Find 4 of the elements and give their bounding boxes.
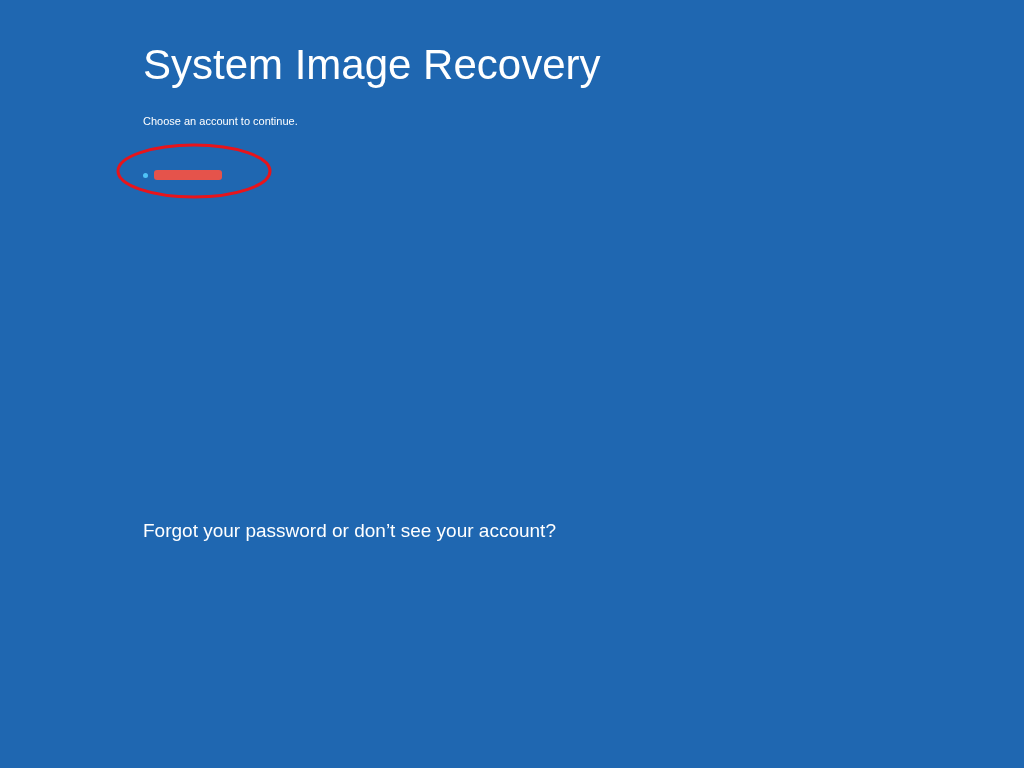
instruction-text: Choose an account to continue. bbox=[143, 114, 298, 128]
forgot-password-link[interactable]: Forgot your password or don’t see your account? bbox=[143, 519, 556, 543]
redacted-account-name[interactable] bbox=[154, 170, 222, 180]
page-title: System Image Recovery bbox=[143, 40, 601, 90]
